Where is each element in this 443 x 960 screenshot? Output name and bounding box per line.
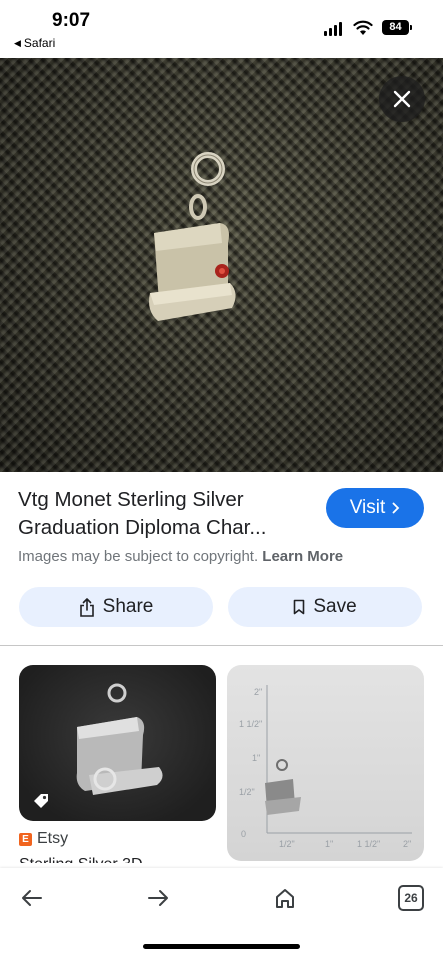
bookmark-icon xyxy=(294,599,305,615)
copyright-notice: Images may be subject to copyright. Lear… xyxy=(18,548,343,565)
chevron-right-icon xyxy=(392,502,400,514)
home-icon xyxy=(276,889,294,908)
wifi-icon xyxy=(353,20,373,35)
divider xyxy=(0,645,443,646)
back-to-safari-link[interactable]: ◀ Safari xyxy=(14,36,55,50)
ruler-charm-image: 2" 1 1/2" 1" 1/2" 0 1/2" 1" 1 1/2" 2" xyxy=(239,685,412,849)
ruler-label: 1/2" xyxy=(279,839,295,849)
related-subtitle[interactable]: Sterling Silver 3D xyxy=(19,851,209,863)
visit-button[interactable]: Visit xyxy=(326,488,424,528)
ruler-label: 1 1/2" xyxy=(357,839,380,849)
home-button[interactable] xyxy=(271,884,299,912)
ruler-label: 2" xyxy=(403,839,411,849)
ruler-label: 2" xyxy=(254,687,262,697)
learn-more-link[interactable]: Learn More xyxy=(262,548,343,565)
ruler-label: 0 xyxy=(241,829,246,839)
status-time: 9:07 xyxy=(52,10,91,31)
ruler-label: 1 1/2" xyxy=(239,719,262,729)
share-icon xyxy=(79,597,94,617)
back-app-label: Safari xyxy=(23,36,56,50)
related-source[interactable]: E Etsy xyxy=(19,830,68,848)
battery-indicator: 84 xyxy=(382,20,412,35)
product-image[interactable] xyxy=(0,58,443,472)
home-indicator xyxy=(143,944,300,949)
visit-label: Visit xyxy=(349,497,386,518)
close-icon xyxy=(393,90,411,108)
diploma-charm-image xyxy=(149,152,236,321)
save-label: Save xyxy=(313,596,357,617)
share-label: Share xyxy=(102,596,154,617)
ruler-label: 1" xyxy=(252,753,260,763)
forward-button[interactable] xyxy=(144,884,172,912)
tabs-button[interactable]: 26 xyxy=(398,885,424,911)
related-result-thumbnail[interactable] xyxy=(19,665,216,821)
signal-icon xyxy=(324,22,342,36)
related-result-thumbnail-2[interactable]: 2" 1 1/2" 1" 1/2" 0 1/2" 1" 1 1/2" 2" xyxy=(227,665,424,861)
back-arrow-icon xyxy=(22,890,42,906)
close-button[interactable] xyxy=(379,76,425,122)
related-source-label: Etsy xyxy=(37,830,69,847)
back-button[interactable] xyxy=(18,884,46,912)
status-bar: 9:07 ◀ Safari 84 xyxy=(0,0,443,58)
etsy-logo-icon: E xyxy=(19,832,32,846)
ruler-label: 1/2" xyxy=(239,787,255,797)
ruler-label: 1" xyxy=(325,839,333,849)
save-button[interactable]: Save xyxy=(228,587,422,627)
result-title[interactable]: Vtg Monet Sterling Silver Graduation Dip… xyxy=(18,486,308,542)
forward-arrow-icon xyxy=(148,890,168,906)
copyright-text: Images may be subject to copyright. xyxy=(18,548,259,565)
result-title-line2: Graduation Diploma Char... xyxy=(18,516,267,539)
share-button[interactable]: Share xyxy=(19,587,213,627)
tag-icon xyxy=(34,794,48,808)
result-title-line1: Vtg Monet Sterling Silver xyxy=(18,488,244,511)
back-triangle-icon: ◀ xyxy=(14,37,21,48)
